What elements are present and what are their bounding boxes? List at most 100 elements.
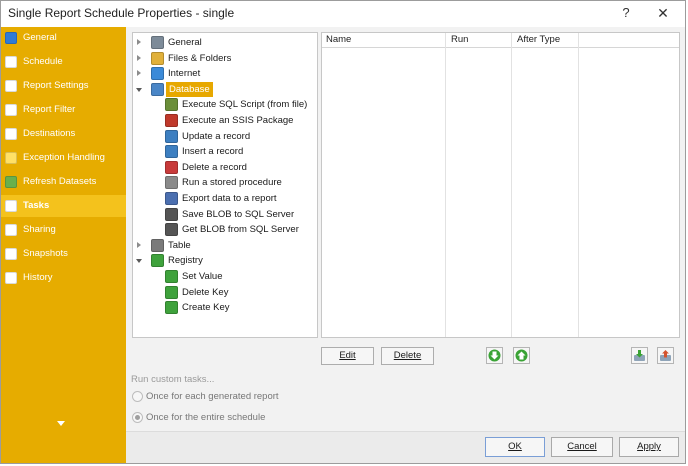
tree-node-delete-key[interactable]: Delete Key [165,285,313,300]
tree-node-get-blob-from-sql-server[interactable]: Get BLOB from SQL Server [165,222,313,237]
tree-node-set-value[interactable]: Set Value [165,269,313,284]
table-icon [151,238,164,252]
move-down-button[interactable] [486,347,503,364]
move-up-button[interactable] [513,347,530,364]
sidebar-item-snapshots[interactable]: Snapshots [1,243,126,265]
chevron-down-icon[interactable] [57,421,65,426]
sidebar-item-refresh-datasets[interactable]: Refresh Datasets [1,171,126,193]
import-tasks-button[interactable] [631,347,648,364]
tree-node-label: Files & Folders [168,52,232,64]
tree-node-label: Update a record [182,130,251,142]
cancel-button[interactable]: Cancel [551,437,613,457]
sidebar-item-report-filter[interactable]: Report Filter [1,99,126,121]
collapse-arrow-icon[interactable] [136,87,142,92]
tree-node-export-data-to-a-report[interactable]: Export data to a report [165,191,313,206]
sidebar-item-tasks[interactable]: Tasks [1,195,126,217]
tree-node-label: Registry [168,255,203,267]
expand-arrow-icon[interactable] [137,70,141,77]
radio-circle[interactable] [132,391,143,402]
globe-icon [151,67,164,81]
tree-node-execute-sql-script-from-file[interactable]: Execute SQL Script (from file) [165,97,313,112]
import-icon [634,350,645,361]
tree-node-save-blob-to-sql-server[interactable]: Save BLOB to SQL Server [165,207,313,222]
sidebar-item-label: Schedule [23,56,63,67]
sidebar-item-schedule[interactable]: Schedule [1,51,126,73]
tree-node-label: General [168,37,202,48]
expand-arrow-icon[interactable] [137,39,141,45]
tree-node-table[interactable]: Table [137,238,313,253]
expand-arrow-icon[interactable] [137,54,141,61]
arrow-down-icon [488,349,501,362]
sharing-icon [5,224,17,236]
sidebar-item-destinations[interactable]: Destinations [1,123,126,145]
sidebar-item-report-settings[interactable]: Report Settings [1,75,126,97]
tree-node-insert-a-record[interactable]: Insert a record [165,144,313,159]
edit-button[interactable]: Edit [321,347,374,365]
registry-delete-icon [165,285,178,299]
dialog-window: Single Report Schedule Properties - sing… [0,0,686,464]
tree-node-label: Execute SQL Script (from file) [182,99,308,111]
get-blob-icon [165,223,178,237]
tree-node-execute-an-ssis-package[interactable]: Execute an SSIS Package [165,113,313,128]
sql-script-icon [165,98,178,112]
delete-button[interactable]: Delete [381,347,434,365]
sidebar: General Schedule Report Settings Report Fil… [1,27,126,463]
title-bar: Single Report Schedule Properties - sing… [1,1,685,27]
arrow-up-icon [515,349,528,362]
close-button[interactable]: ✕ [653,4,673,22]
column-name [322,33,446,337]
column-header-name[interactable]: Name [326,34,351,45]
tree-node-general[interactable]: General [137,35,313,50]
tasks-icon [5,200,17,212]
tree-node-delete-a-record[interactable]: Delete a record [165,160,313,175]
sidebar-item-history[interactable]: History [1,267,126,289]
tree-node-registry[interactable]: Registry [136,253,313,268]
collapse-arrow-icon[interactable] [136,259,142,264]
sidebar-item-exception-handling[interactable]: Exception Handling [1,147,126,169]
tree-node-label: Delete Key [182,286,229,298]
tree-node-label: Export data to a report [182,193,277,204]
sidebar-item-label: History [23,272,53,283]
task-type-tree[interactable]: General Files & Folders Internet Database Ex… [132,32,318,338]
tree-node-update-a-record[interactable]: Update a record [165,129,313,144]
radio-label: Once for the entire schedule [146,412,266,423]
sidebar-item-label: Exception Handling [23,152,105,163]
report-filter-icon [5,104,17,116]
gear-folder-icon [151,36,164,49]
expand-arrow-icon[interactable] [137,241,141,248]
task-list-grid[interactable]: Name Run After Type [321,32,680,338]
apply-button[interactable]: Apply [619,437,679,457]
general-icon [5,32,17,44]
column-header-after-type[interactable]: After Type [517,34,560,45]
tree-node-label: Create Key [182,302,230,314]
tree-node-create-key[interactable]: Create Key [165,300,313,315]
tree-node-run-a-stored-procedure[interactable]: Run a stored procedure [165,175,313,190]
report-settings-icon [5,80,17,92]
tree-node-label: Delete a record [182,161,247,173]
tree-node-database[interactable]: Database [136,81,313,97]
ok-button-label: OK [508,441,522,452]
tree-node-label: Save BLOB to SQL Server [182,208,295,220]
tree-node-files-folders[interactable]: Files & Folders [137,51,313,66]
sidebar-item-general[interactable]: General [1,27,126,49]
destinations-icon [5,128,17,140]
sidebar-item-sharing[interactable]: Sharing [1,219,126,241]
history-icon [5,272,17,284]
sidebar-item-label: Tasks [23,200,50,211]
tree-node-internet[interactable]: Internet [137,66,313,81]
tree-node-label: Database [166,81,213,97]
help-button[interactable]: ? [617,4,635,22]
ssis-package-icon [165,114,178,127]
ok-button[interactable]: OK [485,437,545,457]
export-icon [660,350,671,361]
database-icon [151,82,164,96]
sidebar-item-label: Snapshots [23,248,68,259]
column-after-type [512,33,579,337]
folder-icon [151,51,164,65]
column-header-run[interactable]: Run [451,34,468,45]
edit-button-label: Edit [339,350,356,361]
export-tasks-button[interactable] [657,347,674,364]
radio-circle[interactable] [132,412,143,423]
tree-node-label: Internet [168,68,201,80]
refresh-icon [5,176,17,188]
